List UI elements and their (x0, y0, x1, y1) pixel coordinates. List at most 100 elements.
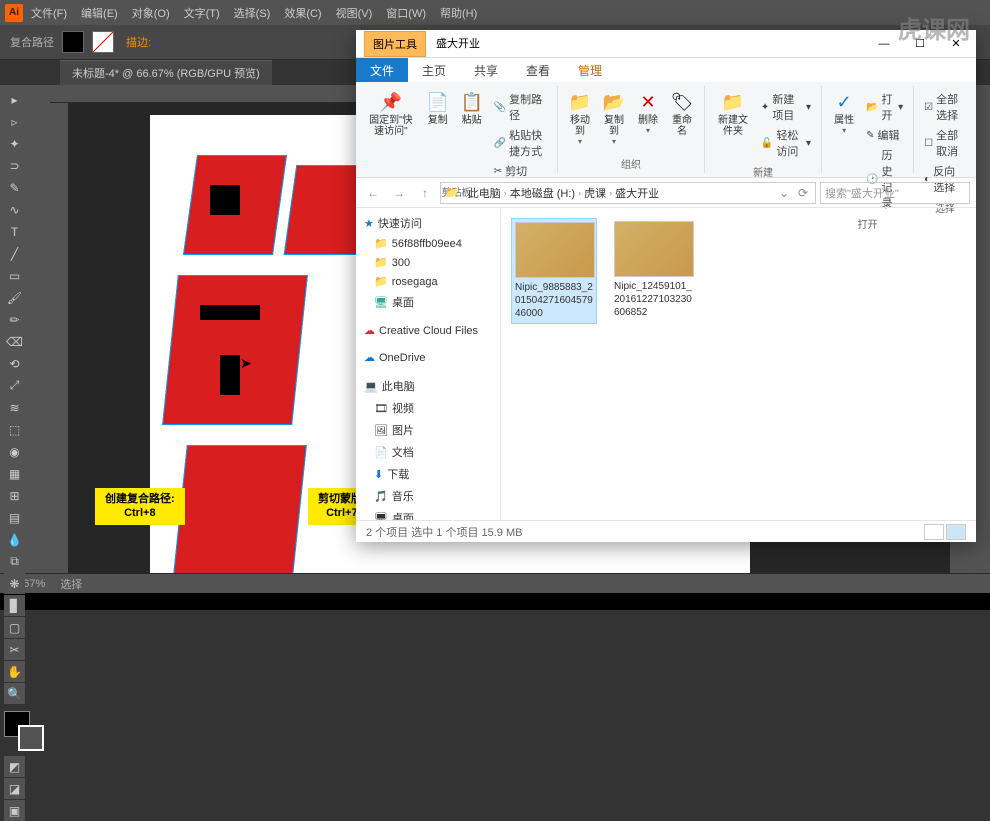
paste-shortcut[interactable]: 🔗粘贴快捷方式 (492, 126, 549, 160)
artwork-glyph[interactable] (173, 445, 307, 573)
menu-effect[interactable]: 效果(C) (278, 2, 327, 24)
copy-to[interactable]: 📂复制到▾ (598, 88, 630, 148)
menu-edit[interactable]: 编辑(E) (75, 2, 124, 24)
tree-this-pc[interactable]: 💻此电脑 (358, 375, 498, 397)
copy-path[interactable]: 📎复制路径 (492, 90, 549, 124)
copy-button[interactable]: 📄复制 (422, 88, 454, 128)
select-none[interactable]: ☐全部取消 (922, 126, 968, 160)
tab-view[interactable]: 查看 (512, 58, 564, 82)
open-button[interactable]: 📂打开▾ (864, 90, 905, 124)
pen-tool[interactable]: ✎ (4, 177, 25, 198)
artboard-tool[interactable]: ▢ (4, 617, 25, 638)
easy-access[interactable]: 🔓轻松访问▾ (759, 126, 813, 160)
tree-downloads[interactable]: ⬇下载 (358, 463, 498, 485)
wand-tool[interactable]: ✦ (4, 133, 25, 154)
file-pane[interactable]: Nipic_9885883_20150427160457946000 Nipic… (501, 208, 976, 520)
scale-tool[interactable]: ⤢ (4, 375, 25, 396)
nav-forward[interactable]: → (388, 182, 410, 204)
rename-button[interactable]: 🏷重命名 (666, 88, 698, 139)
menu-object[interactable]: 对象(O) (126, 2, 176, 24)
view-thumbs-button[interactable] (946, 524, 966, 540)
slice-tool[interactable]: ✂ (4, 639, 25, 660)
screen-mode[interactable]: ▣ (4, 800, 25, 821)
line-tool[interactable]: ╱ (4, 243, 25, 264)
direct-select-tool[interactable]: ▹ (4, 111, 25, 132)
delete-button[interactable]: ✕删除▾ (632, 88, 664, 137)
explorer-titlebar[interactable]: 图片工具 盛大开业 — ☐ ✕ (356, 30, 976, 58)
menu-type[interactable]: 文字(T) (178, 2, 226, 24)
title-context-tab[interactable]: 图片工具 (364, 31, 426, 57)
menu-file[interactable]: 文件(F) (25, 2, 73, 24)
tree-desktop2[interactable]: 🖥桌面 (358, 507, 498, 520)
menu-window[interactable]: 窗口(W) (380, 2, 432, 24)
fill-stroke-control[interactable] (4, 711, 44, 751)
tree-music[interactable]: 🎵音乐 (358, 485, 498, 507)
artwork-glyph[interactable] (162, 275, 308, 425)
hand-tool[interactable]: ✋ (4, 661, 25, 682)
menu-select[interactable]: 选择(S) (228, 2, 277, 24)
tree-folder[interactable]: 📁300 (358, 253, 498, 272)
tab-manage[interactable]: 管理 (564, 58, 616, 82)
refresh-button[interactable]: ⟳ (795, 182, 811, 204)
search-box[interactable]: 搜索"盛大开业" (820, 182, 970, 204)
fill-swatch[interactable] (62, 31, 84, 53)
lasso-tool[interactable]: ⊃ (4, 155, 25, 176)
tab-file[interactable]: 文件 (356, 58, 408, 82)
nav-up[interactable]: ↑ (414, 182, 436, 204)
shape-builder-tool[interactable]: ◉ (4, 441, 25, 462)
move-to[interactable]: 📁移动到▾ (564, 88, 596, 148)
paste-button[interactable]: 📋粘贴 (456, 88, 488, 128)
properties-button[interactable]: ✓属性▾ (828, 88, 860, 137)
tree-desktop[interactable]: 🖥桌面 (358, 291, 498, 313)
draw-mode[interactable]: ◪ (4, 778, 25, 799)
eyedropper-tool[interactable]: 💧 (4, 529, 25, 550)
tree-creative-cloud[interactable]: ☁Creative Cloud Files (358, 321, 498, 340)
menu-help[interactable]: 帮助(H) (434, 2, 483, 24)
path-folder2[interactable]: 盛大开业 (615, 185, 659, 201)
selection-tool[interactable]: ▸ (4, 89, 25, 110)
pencil-tool[interactable]: ✏ (4, 309, 25, 330)
tree-documents[interactable]: 📄文档 (358, 441, 498, 463)
file-item[interactable]: Nipic_9885883_20150427160457946000 (511, 218, 597, 324)
tab-home[interactable]: 主页 (408, 58, 460, 82)
edit-button[interactable]: ✎编辑 (864, 126, 905, 144)
new-folder[interactable]: 📁新建文件夹 (711, 88, 755, 139)
path-folder1[interactable]: 虎课 (584, 185, 606, 201)
width-tool[interactable]: ≋ (4, 397, 25, 418)
eraser-tool[interactable]: ⌫ (4, 331, 25, 352)
graph-tool[interactable]: ▊ (4, 595, 25, 616)
minimize-button[interactable]: — (866, 31, 902, 57)
select-all[interactable]: ☑全部选择 (922, 90, 968, 124)
nav-back[interactable]: ← (362, 182, 384, 204)
perspective-tool[interactable]: ▦ (4, 463, 25, 484)
blend-tool[interactable]: ⧉ (4, 551, 25, 572)
tree-pictures[interactable]: 🖼图片 (358, 419, 498, 441)
color-mode[interactable]: ◩ (4, 756, 25, 777)
stroke-swatch[interactable] (92, 31, 114, 53)
type-tool[interactable]: T (4, 221, 25, 242)
tree-quick-access[interactable]: ★快速访问 (358, 212, 498, 234)
nav-tree[interactable]: ★快速访问 📁56f88ffb09ee4 📁300 📁rosegaga 🖥桌面 … (356, 208, 501, 520)
tree-onedrive[interactable]: ☁OneDrive (358, 348, 498, 367)
stroke-color-icon[interactable] (18, 725, 44, 751)
rect-tool[interactable]: ▭ (4, 265, 25, 286)
path-pc[interactable]: 此电脑 (468, 185, 501, 201)
doc-tab[interactable]: 未标题-4* @ 66.67% (RGB/GPU 预览) (60, 60, 272, 85)
view-details-button[interactable] (924, 524, 944, 540)
mesh-tool[interactable]: ⊞ (4, 485, 25, 506)
brush-tool[interactable]: 🖌 (4, 287, 25, 308)
menu-view[interactable]: 视图(V) (330, 2, 379, 24)
tree-folder[interactable]: 📁rosegaga (358, 272, 498, 291)
tab-share[interactable]: 共享 (460, 58, 512, 82)
tree-videos[interactable]: 🎞视频 (358, 397, 498, 419)
zoom-tool[interactable]: 🔍 (4, 683, 25, 704)
path-drive[interactable]: 本地磁盘 (H:) (510, 185, 575, 201)
address-bar[interactable]: 📁 › 此电脑 › 本地磁盘 (H:) › 虎课 › 盛大开业 ⌄ ⟳ (440, 182, 816, 204)
new-item[interactable]: ✦新建项目▾ (759, 90, 813, 124)
curve-tool[interactable]: ∿ (4, 199, 25, 220)
rotate-tool[interactable]: ⟲ (4, 353, 25, 374)
file-item[interactable]: Nipic_12459101_20161227103230606852 (611, 218, 697, 322)
pin-quick-access[interactable]: 📌固定到"快速访问" (362, 88, 420, 139)
path-dropdown[interactable]: ⌄ (776, 182, 792, 204)
ruler-vertical[interactable] (50, 103, 68, 573)
